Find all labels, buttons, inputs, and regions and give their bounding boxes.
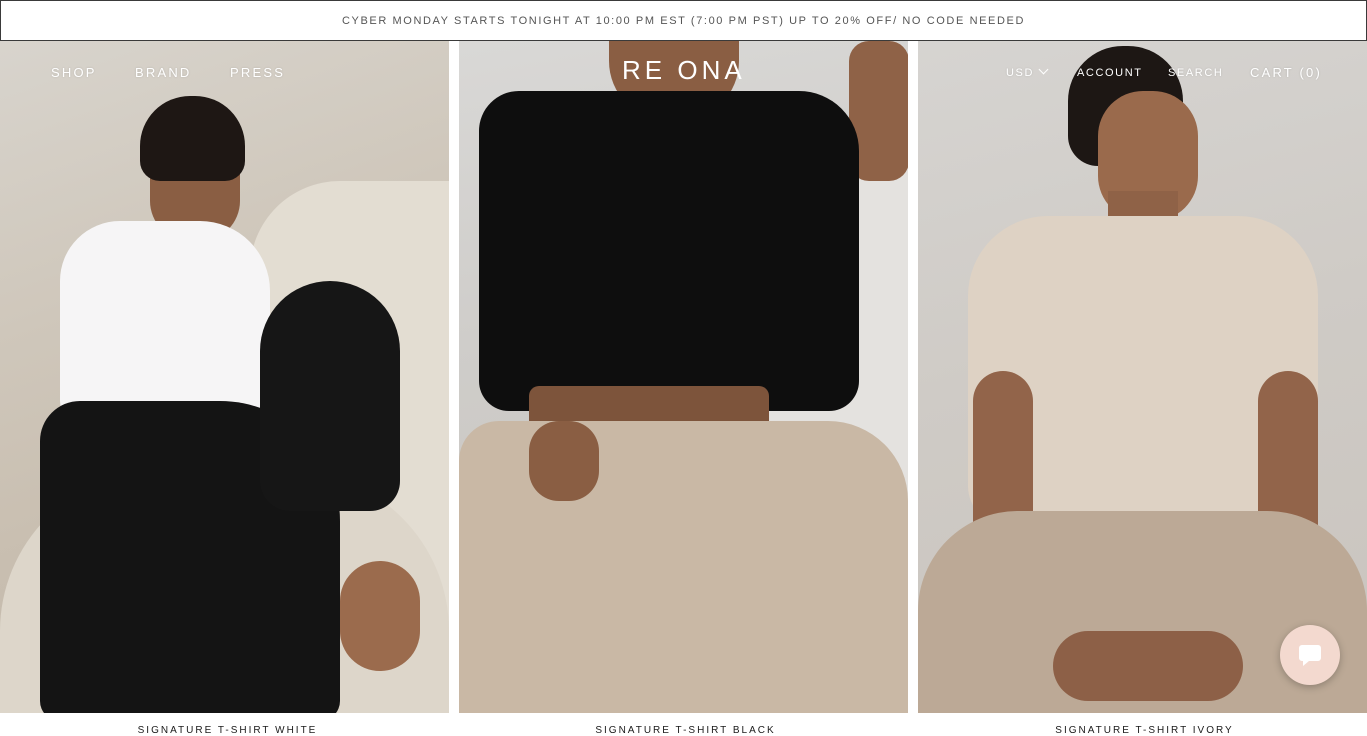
currency-selector[interactable]: USD [1006, 64, 1049, 79]
panel-divider [449, 41, 459, 713]
image-foot-shape [340, 561, 420, 671]
product-title-ivory[interactable]: SIGNATURE T-SHIRT IVORY [920, 725, 1367, 736]
chat-bubble-icon [1299, 645, 1321, 666]
nav-cart-link[interactable]: CART (0) [1250, 65, 1322, 80]
nav-shop-link[interactable]: SHOP [51, 65, 97, 80]
brand-logo[interactable]: RE ONA [622, 55, 746, 86]
image-hands-shape [1053, 631, 1243, 701]
panel-divider [908, 41, 918, 713]
product-title-white[interactable]: SIGNATURE T-SHIRT WHITE [3, 725, 452, 736]
product-image-white[interactable] [0, 41, 449, 713]
chat-button[interactable] [1280, 625, 1340, 685]
product-image-ivory[interactable] [918, 41, 1367, 713]
nav-search-link[interactable]: SEARCH [1168, 67, 1223, 79]
image-black-shirt-shape [479, 91, 859, 411]
nav-brand-link[interactable]: BRAND [135, 65, 192, 80]
announcement-text: CYBER MONDAY STARTS TONIGHT AT 10:00 PM … [341, 14, 1026, 27]
nav-account-link[interactable]: ACCOUNT [1077, 67, 1143, 79]
product-image-black[interactable] [459, 41, 908, 713]
image-hair-shape [140, 96, 245, 181]
image-hand-shape [529, 421, 599, 501]
announcement-bar: CYBER MONDAY STARTS TONIGHT AT 10:00 PM … [0, 0, 1367, 41]
product-captions: SIGNATURE T-SHIRT WHITE SIGNATURE T-SHIR… [0, 713, 1367, 736]
image-beige-pants-shape [459, 421, 908, 713]
nav-press-link[interactable]: PRESS [230, 65, 285, 80]
currency-label: USD [1006, 67, 1035, 79]
chevron-down-icon [1038, 64, 1049, 75]
image-white-shirt-shape [60, 221, 270, 421]
product-title-black[interactable]: SIGNATURE T-SHIRT BLACK [461, 725, 910, 736]
image-leg-shape [260, 281, 400, 511]
main-nav: SHOP BRAND PRESS RE ONA USD ACCOUNT SEAR… [0, 41, 1367, 103]
